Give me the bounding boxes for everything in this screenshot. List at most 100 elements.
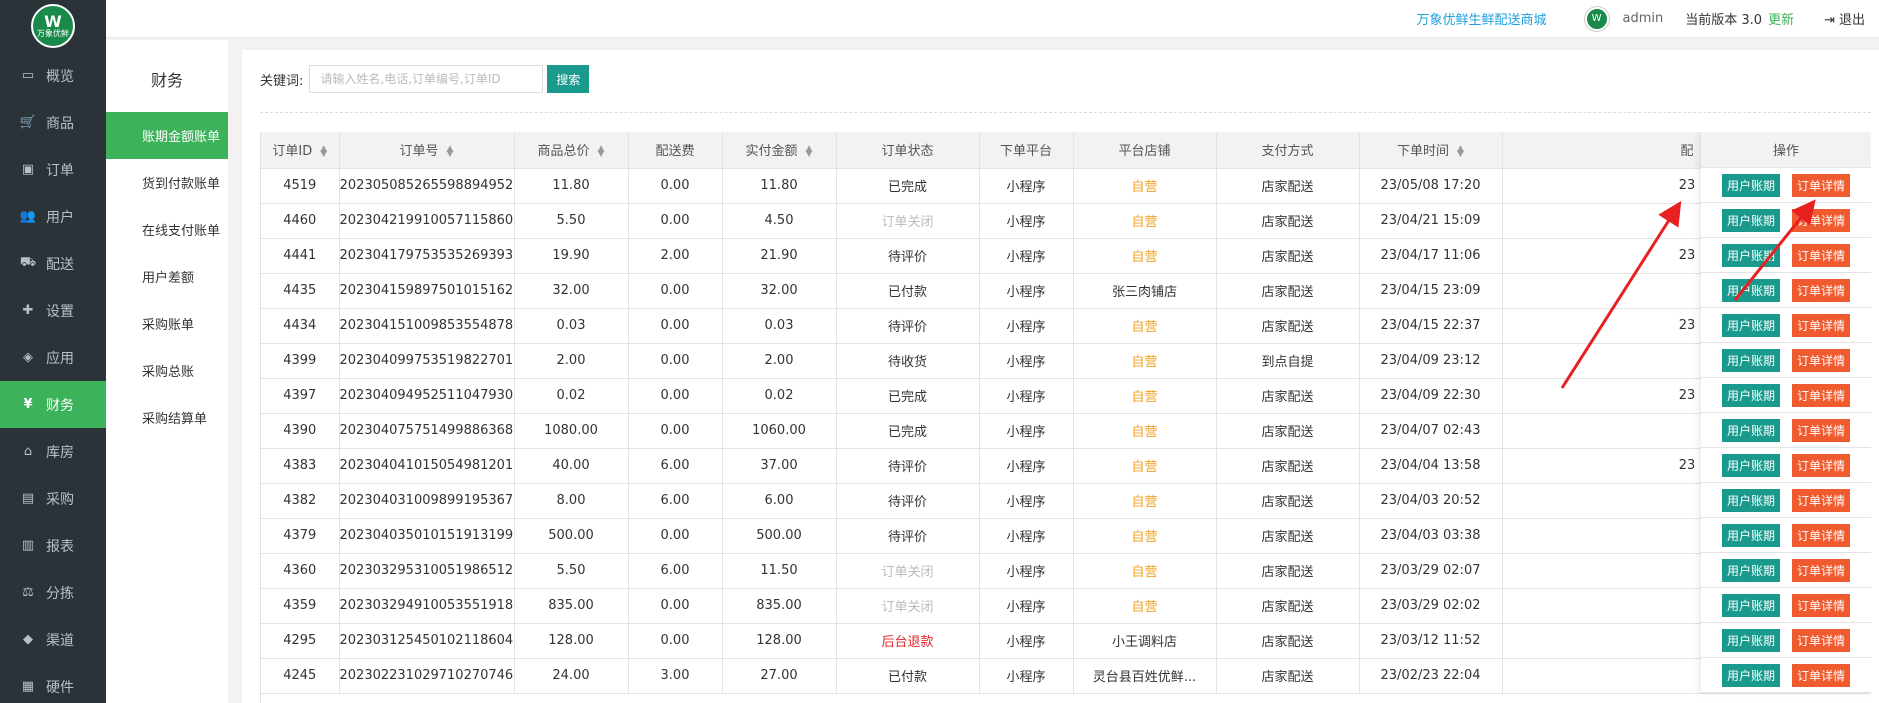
- order-detail-button[interactable]: 订单详情: [1792, 453, 1851, 477]
- user-account-button[interactable]: 用户账期: [1721, 313, 1780, 337]
- user-account-button[interactable]: 用户账期: [1721, 243, 1780, 267]
- order-detail-button[interactable]: 订单详情: [1792, 558, 1851, 582]
- action-row: 用户账期 订单详情: [1701, 238, 1871, 273]
- order-detail-button[interactable]: 订单详情: [1792, 628, 1851, 652]
- nav-item-9[interactable]: ▤ 采购: [0, 475, 106, 522]
- user-account-button[interactable]: 用户账期: [1721, 488, 1780, 512]
- nav-item-3[interactable]: 👥 用户: [0, 193, 106, 240]
- user-account-button[interactable]: 用户账期: [1721, 173, 1780, 197]
- nav-item-5[interactable]: ✚ 设置: [0, 287, 106, 334]
- username[interactable]: admin: [1623, 11, 1664, 26]
- user-account-button[interactable]: 用户账期: [1721, 278, 1780, 302]
- logout-button[interactable]: ⇥ 退出: [1824, 9, 1865, 28]
- table-cell: 0.00: [628, 588, 723, 624]
- sort-icon[interactable]: ▲ ▼: [598, 144, 605, 158]
- table-cell: 23/04/15 22:37: [1359, 308, 1503, 344]
- sort-icon[interactable]: ▲ ▼: [320, 144, 327, 158]
- table-cell: 32.00: [722, 273, 837, 309]
- sort-icon[interactable]: ▲ ▼: [806, 144, 813, 158]
- sort-icon[interactable]: ▲ ▼: [447, 144, 454, 158]
- nav-item-10[interactable]: ▥ 报表: [0, 522, 106, 569]
- shop-link[interactable]: 万象优鲜生鲜配送商城: [1417, 9, 1547, 28]
- table-row: 4295 202303125450102118604​1 128.00 0.00 128…: [261, 623, 1871, 659]
- table-cell: 2.00: [722, 343, 837, 379]
- avatar[interactable]: W: [1584, 6, 1609, 31]
- nav-item-1[interactable]: 🛒 商品: [0, 99, 106, 146]
- table-cell: 自营: [1073, 553, 1217, 589]
- nav-item-8[interactable]: ⌂ 库房: [0, 428, 106, 475]
- submenu-item-1[interactable]: 货到付款账单: [106, 159, 228, 206]
- action-row: 用户账期 订单详情: [1701, 203, 1871, 238]
- table-cell: 店家配送: [1216, 203, 1360, 239]
- user-account-button[interactable]: 用户账期: [1721, 383, 1780, 407]
- column-header-9[interactable]: 下单时间 ▲ ▼: [1359, 132, 1503, 169]
- order-detail-button[interactable]: 订单详情: [1792, 313, 1851, 337]
- order-detail-button[interactable]: 订单详情: [1792, 663, 1851, 687]
- order-detail-button[interactable]: 订单详情: [1792, 173, 1851, 197]
- table-cell: 自营: [1073, 343, 1217, 379]
- order-detail-button[interactable]: 订单详情: [1792, 278, 1851, 302]
- nav-item-label: 硬件: [46, 679, 74, 696]
- order-detail-button[interactable]: 订单详情: [1792, 243, 1851, 267]
- cart-icon: 🛒: [19, 115, 37, 130]
- order-detail-button[interactable]: 订单详情: [1792, 523, 1851, 547]
- order-detail-button[interactable]: 订单详情: [1792, 418, 1851, 442]
- submenu-item-2[interactable]: 在线支付账单: [106, 206, 228, 253]
- nav-item-7[interactable]: ¥ 财务: [0, 381, 106, 428]
- cube-icon: ◆: [23, 632, 33, 647]
- table-cell: 自营: [1073, 588, 1217, 624]
- search-button[interactable]: 搜索: [547, 65, 590, 93]
- table-cell: 202304219910057115860​1: [339, 203, 515, 239]
- table-cell: 店家配送: [1216, 518, 1360, 554]
- nav-item-11[interactable]: ⚖ 分拣: [0, 569, 106, 616]
- order-detail-button[interactable]: 订单详情: [1792, 593, 1851, 617]
- user-account-button[interactable]: 用户账期: [1721, 453, 1780, 477]
- column-header-8: 支付方式: [1216, 132, 1360, 169]
- user-account-button[interactable]: 用户账期: [1721, 418, 1780, 442]
- submenu-item-4[interactable]: 采购账单: [106, 300, 228, 347]
- logo-icon: W 万象优鲜: [31, 4, 75, 48]
- nav-item-6[interactable]: ◈ 应用: [0, 334, 106, 381]
- table-cell: 小程序: [979, 308, 1074, 344]
- column-header-1[interactable]: 订单号 ▲ ▼: [339, 132, 515, 169]
- nav-item-4[interactable]: ⛟ 配送: [0, 240, 106, 287]
- table-row: 4360 202303295310051986512​0 5.50 6.00 11.50…: [261, 553, 1871, 589]
- sort-icon[interactable]: ▲ ▼: [1457, 144, 1464, 158]
- submenu-item-3[interactable]: 用户差额: [106, 253, 228, 300]
- update-link[interactable]: 更新: [1768, 9, 1794, 28]
- nav-item-13[interactable]: ▦ 硬件: [0, 663, 106, 703]
- nav-item-12[interactable]: ◆ 渠道: [0, 616, 106, 663]
- column-header-6: 下单平台: [979, 132, 1074, 169]
- submenu-item-5[interactable]: 采购总账: [106, 347, 228, 394]
- user-account-button[interactable]: 用户账期: [1721, 628, 1780, 652]
- user-account-button[interactable]: 用户账期: [1721, 348, 1780, 372]
- action-row: 用户账期 订单详情: [1701, 658, 1871, 693]
- order-detail-button[interactable]: 订单详情: [1792, 383, 1851, 407]
- column-header-label: 订单状态: [881, 144, 934, 160]
- column-header-2[interactable]: 商品总价 ▲ ▼: [514, 132, 629, 169]
- user-account-button[interactable]: 用户账期: [1721, 208, 1780, 232]
- submenu-item-6[interactable]: 采购结算单: [106, 394, 228, 441]
- search-input[interactable]: [309, 65, 544, 93]
- nav-item-0[interactable]: ▭ 概览: [0, 52, 106, 99]
- table-cell: 23/04/04 13:58: [1359, 448, 1503, 484]
- user-account-button[interactable]: 用户账期: [1721, 663, 1780, 687]
- logo[interactable]: W 万象优鲜: [0, 0, 106, 52]
- column-header-4[interactable]: 实付金额 ▲ ▼: [722, 132, 837, 169]
- table-cell: 小程序: [979, 518, 1074, 554]
- table-cell: 6.00: [722, 483, 837, 519]
- column-header-0[interactable]: 订单ID ▲ ▼: [261, 132, 340, 169]
- action-column: 操作 用户账期 订单详情 用户账期 订单详情 用户账期 订单详情 用户账期 订单详情 用户账期订…: [1701, 132, 1871, 693]
- order-detail-button[interactable]: 订单详情: [1792, 348, 1851, 372]
- user-account-button[interactable]: 用户账期: [1721, 558, 1780, 582]
- user-account-button[interactable]: 用户账期: [1721, 523, 1780, 547]
- user-account-button[interactable]: 用户账期: [1721, 593, 1780, 617]
- table-cell: 到点自提: [1216, 343, 1360, 379]
- order-detail-button[interactable]: 订单详情: [1792, 488, 1851, 512]
- table-cell: 202304094952511047930​1: [339, 378, 515, 414]
- table-row: 4460 202304219910057115860​1 5.50 0.00 4.50 订…: [261, 203, 1871, 239]
- order-detail-button[interactable]: 订单详情: [1792, 208, 1851, 232]
- nav-item-2[interactable]: ▣ 订单: [0, 146, 106, 193]
- table-cell: 128.00: [514, 623, 629, 659]
- submenu-item-0[interactable]: 账期金额账单: [106, 112, 228, 159]
